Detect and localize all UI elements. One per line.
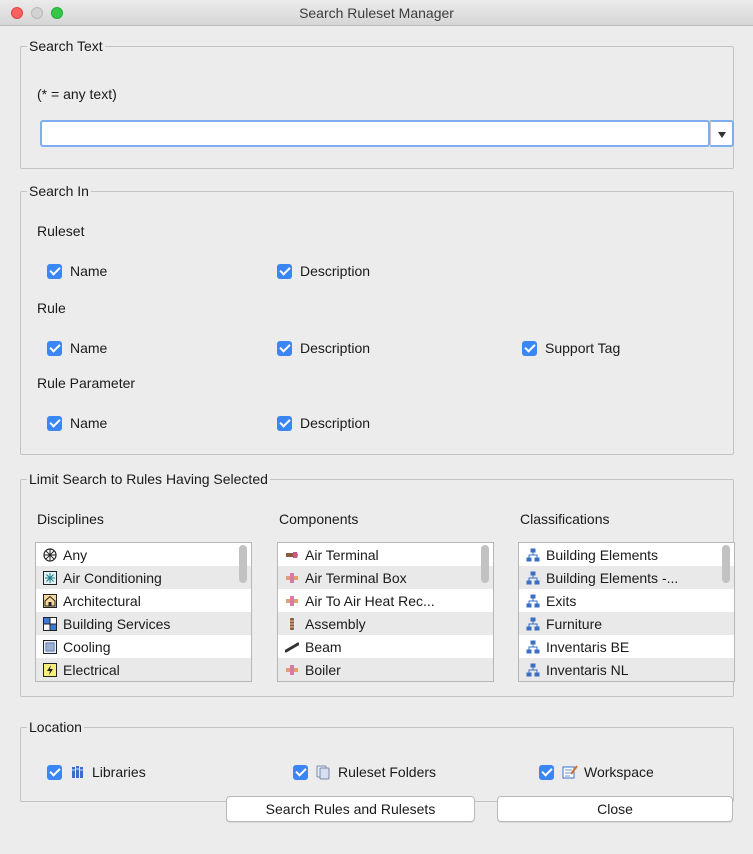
classifications-scrollbar[interactable] bbox=[722, 545, 730, 583]
rule-parameter-heading: Rule Parameter bbox=[37, 375, 136, 391]
classification-tree-icon bbox=[526, 548, 540, 561]
any-icon bbox=[43, 547, 57, 562]
checkbox-checked-icon bbox=[47, 340, 62, 356]
close-button[interactable]: Close bbox=[497, 796, 733, 822]
checkbox-checked-icon bbox=[47, 263, 62, 279]
workspace-icon bbox=[562, 765, 578, 779]
list-item[interactable]: Building Services bbox=[36, 612, 251, 635]
ruleset-name-label: Name bbox=[70, 263, 108, 279]
ruleset-folders-checkbox[interactable]: Ruleset Folders bbox=[293, 762, 436, 782]
components-list[interactable]: Air Terminal Air Terminal Box Air To Air… bbox=[277, 542, 494, 682]
list-item[interactable]: Inventaris NL bbox=[519, 658, 734, 681]
search-history-dropdown-button[interactable] bbox=[710, 120, 734, 147]
classification-tree-icon bbox=[526, 617, 540, 630]
air-terminal-icon bbox=[286, 551, 298, 558]
checkbox-checked-icon bbox=[47, 764, 62, 780]
classifications-list[interactable]: Building Elements Building Elements -...… bbox=[518, 542, 735, 682]
search-text-legend: Search Text bbox=[29, 38, 103, 54]
list-item[interactable]: Air Terminal bbox=[278, 543, 493, 566]
checkbox-checked-icon bbox=[277, 415, 292, 431]
ruleset-description-label: Description bbox=[300, 263, 371, 279]
checkbox-checked-icon bbox=[522, 340, 537, 356]
ruleset-heading: Ruleset bbox=[37, 223, 85, 239]
air-conditioning-icon bbox=[43, 570, 57, 585]
ruleset-name-checkbox[interactable]: Name bbox=[47, 261, 107, 281]
location-legend: Location bbox=[29, 719, 82, 735]
electrical-icon bbox=[43, 662, 57, 677]
list-item[interactable]: Building Elements -... bbox=[519, 566, 734, 589]
list-item[interactable]: Architectural bbox=[36, 589, 251, 612]
rule-parameter-name-checkbox[interactable]: Name bbox=[47, 413, 107, 433]
list-item[interactable]: Any bbox=[36, 543, 251, 566]
list-item[interactable]: Building Elements bbox=[519, 543, 734, 566]
location-group: Location bbox=[20, 719, 734, 802]
list-item[interactable]: Air Terminal Box bbox=[278, 566, 493, 589]
rule-name-label: Name bbox=[70, 340, 108, 356]
search-in-group: Search In bbox=[20, 183, 734, 455]
workspace-checkbox[interactable]: Workspace bbox=[539, 762, 654, 782]
ruleset-folders-label: Ruleset Folders bbox=[338, 764, 437, 780]
list-item[interactable]: Boiler bbox=[278, 658, 493, 681]
checkbox-checked-icon bbox=[293, 764, 308, 780]
disciplines-list[interactable]: Any Air Conditioning Architectural Build… bbox=[35, 542, 252, 682]
rule-description-label: Description bbox=[300, 340, 371, 356]
disciplines-scrollbar[interactable] bbox=[239, 545, 247, 583]
window-title: Search Ruleset Manager bbox=[299, 5, 454, 21]
heat-recovery-icon bbox=[286, 595, 298, 606]
classification-tree-icon bbox=[526, 571, 540, 584]
ruleset-folders-icon bbox=[316, 765, 330, 780]
checkbox-checked-icon bbox=[539, 764, 554, 780]
architectural-icon bbox=[43, 593, 57, 608]
classification-tree-icon bbox=[526, 640, 540, 653]
workspace-label: Workspace bbox=[584, 764, 654, 780]
list-item[interactable]: Exits bbox=[519, 589, 734, 612]
checkbox-checked-icon bbox=[277, 340, 292, 356]
assembly-icon bbox=[290, 617, 294, 630]
search-rules-and-rulesets-button[interactable]: Search Rules and Rulesets bbox=[226, 796, 475, 822]
title-bar: Search Ruleset Manager bbox=[0, 0, 753, 26]
rule-support-tag-label: Support Tag bbox=[545, 340, 621, 356]
components-heading: Components bbox=[279, 511, 359, 527]
list-item[interactable]: Assembly bbox=[278, 612, 493, 635]
disciplines-heading: Disciplines bbox=[37, 511, 104, 527]
classification-tree-icon bbox=[526, 663, 540, 676]
cooling-icon bbox=[43, 639, 57, 654]
search-text-input[interactable] bbox=[40, 120, 710, 147]
checkbox-checked-icon bbox=[47, 415, 62, 431]
search-in-legend: Search In bbox=[29, 183, 89, 199]
classification-tree-icon bbox=[526, 594, 540, 607]
libraries-icon bbox=[72, 766, 83, 778]
list-item[interactable]: Inventaris BE bbox=[519, 635, 734, 658]
list-item[interactable]: Furniture bbox=[519, 612, 734, 635]
rule-parameter-description-checkbox[interactable]: Description bbox=[277, 413, 370, 433]
list-item[interactable]: Cooling bbox=[36, 635, 251, 658]
limit-search-legend: Limit Search to Rules Having Selected bbox=[29, 471, 268, 487]
search-text-group: Search Text bbox=[20, 38, 734, 169]
list-item[interactable]: Air To Air Heat Rec... bbox=[278, 589, 493, 612]
search-text-hint: (* = any text) bbox=[37, 86, 117, 102]
list-item[interactable]: Beam bbox=[278, 635, 493, 658]
rule-parameter-name-label: Name bbox=[70, 415, 108, 431]
libraries-label: Libraries bbox=[92, 764, 146, 780]
rule-heading: Rule bbox=[37, 300, 66, 316]
rule-parameter-description-label: Description bbox=[300, 415, 371, 431]
building-services-icon bbox=[43, 616, 57, 631]
rule-support-tag-checkbox[interactable]: Support Tag bbox=[522, 338, 620, 358]
ruleset-description-checkbox[interactable]: Description bbox=[277, 261, 370, 281]
components-scrollbar[interactable] bbox=[481, 545, 489, 583]
rule-name-checkbox[interactable]: Name bbox=[47, 338, 107, 358]
beam-icon bbox=[285, 642, 299, 652]
checkbox-checked-icon bbox=[277, 263, 292, 279]
boiler-icon bbox=[286, 664, 298, 675]
chevron-down-icon bbox=[717, 131, 726, 138]
list-item[interactable]: Air Conditioning bbox=[36, 566, 251, 589]
list-item[interactable]: Electrical bbox=[36, 658, 251, 681]
libraries-checkbox[interactable]: Libraries bbox=[47, 762, 146, 782]
rule-description-checkbox[interactable]: Description bbox=[277, 338, 370, 358]
air-terminal-box-icon bbox=[286, 572, 298, 583]
classifications-heading: Classifications bbox=[520, 511, 610, 527]
